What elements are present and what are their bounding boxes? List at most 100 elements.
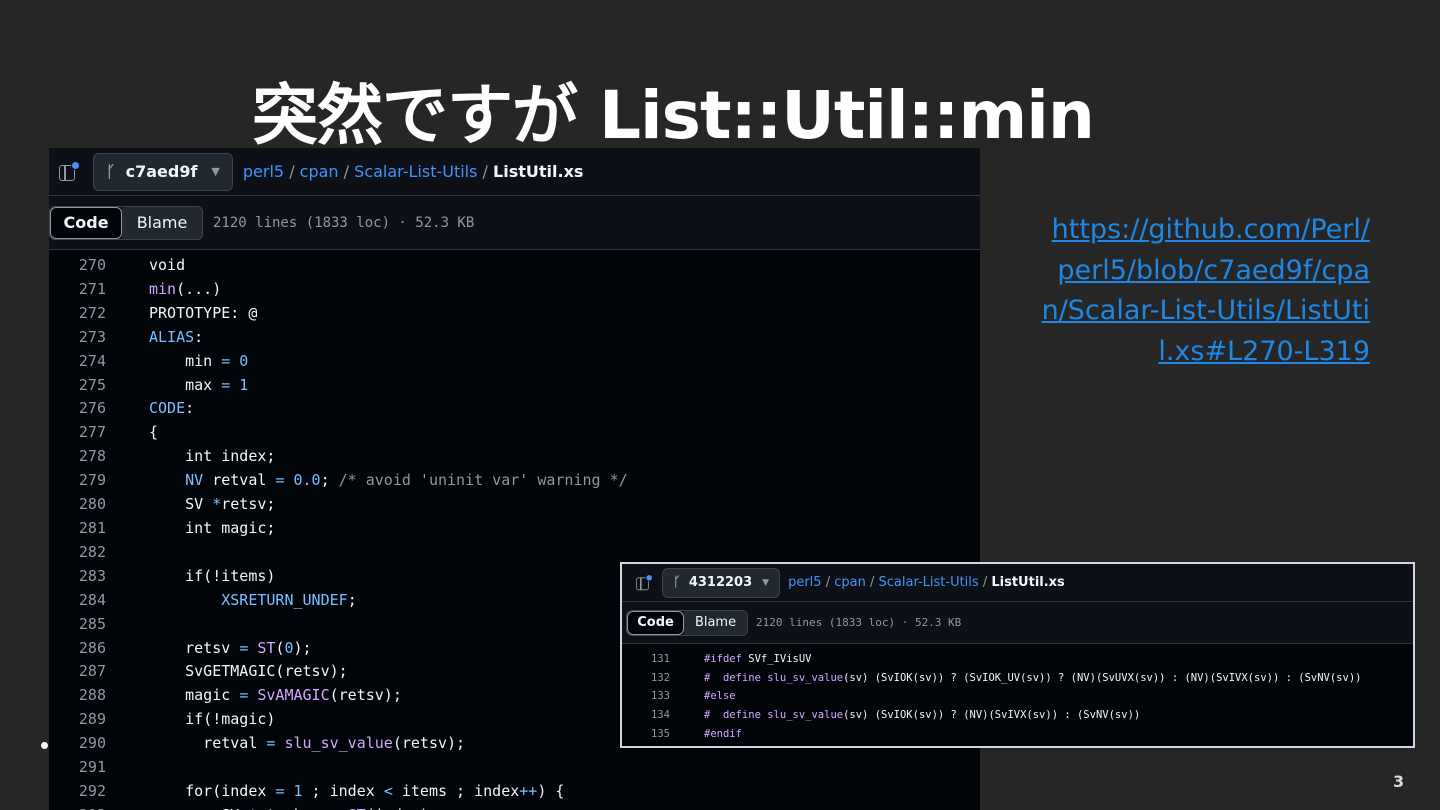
- code-token: = 1: [275, 781, 303, 800]
- code-lines: 131 #ifdef SVf_IVisUV 132 # define slu_sv_v…: [622, 644, 1413, 746]
- breadcrumb: perl5 / cpan / Scalar-List-Utils / ListU…: [243, 162, 584, 181]
- line-number[interactable]: 282: [49, 541, 106, 565]
- breadcrumb-sep: /: [825, 575, 831, 590]
- code-line: 278 int index;: [49, 445, 980, 469]
- code-token: retval: [149, 734, 267, 753]
- code-token: SVf_IVisUV: [741, 653, 812, 665]
- code-token: = 0: [221, 351, 249, 370]
- line-number[interactable]: 286: [49, 637, 106, 661]
- code-line: 277 {: [49, 421, 980, 445]
- line-number[interactable]: 134: [622, 706, 670, 725]
- line-number[interactable]: 293: [49, 804, 106, 810]
- code-token: # define: [704, 709, 761, 722]
- code-token: min: [149, 351, 222, 370]
- line-number[interactable]: 280: [49, 493, 106, 517]
- file-meta: 2120 lines (1833 loc) · 52.3 KB: [213, 214, 475, 231]
- code-token: if(!items): [149, 566, 276, 585]
- code-token: =: [330, 804, 339, 810]
- code-token: =: [239, 638, 249, 657]
- line-number[interactable]: 287: [49, 660, 106, 684]
- code-line: 271 min (...): [49, 278, 980, 302]
- line-number[interactable]: 133: [622, 687, 670, 706]
- git-branch-icon: ᚴ: [673, 575, 681, 590]
- git-branch-icon: ᚴ: [106, 162, 116, 181]
- code-token: if(!magic): [149, 710, 276, 729]
- line-number[interactable]: 272: [49, 302, 106, 326]
- line-number[interactable]: 273: [49, 326, 106, 350]
- code-token: =: [266, 734, 276, 753]
- breadcrumb-sep: /: [289, 162, 295, 181]
- line-number[interactable]: 136: [622, 744, 670, 746]
- code-token: 0: [284, 638, 294, 657]
- code-token: retval: [203, 471, 276, 490]
- tab-code[interactable]: Code: [50, 206, 123, 239]
- breadcrumb-repo[interactable]: perl5: [788, 575, 821, 590]
- breadcrumb-repo[interactable]: perl5: [243, 162, 284, 181]
- sidebar-panel-icon[interactable]: [634, 573, 653, 592]
- code-token: max: [149, 375, 222, 394]
- code-token: ALIAS: [149, 327, 195, 346]
- line-number[interactable]: 275: [49, 374, 106, 398]
- line-number[interactable]: 289: [49, 708, 106, 732]
- code-token: slu_sv_value: [767, 709, 844, 722]
- line-number[interactable]: 270: [49, 254, 106, 278]
- tab-blame[interactable]: Blame: [684, 610, 747, 635]
- line-number[interactable]: 281: [49, 517, 106, 541]
- tab-blame[interactable]: Blame: [122, 206, 202, 239]
- line-number[interactable]: 131: [622, 650, 670, 669]
- code-line: 132 # define slu_sv_value (sv) (SvIOK(sv))…: [622, 669, 1413, 688]
- file-meta: 2120 lines (1833 loc) · 52.3 KB: [756, 616, 962, 629]
- code-line: 275 max = 1: [49, 374, 980, 398]
- code-line: 279 NV retval = 0.0; /* avoid 'uninit va…: [49, 469, 980, 493]
- code-token: PROTOTYPE: @: [149, 303, 258, 322]
- line-number[interactable]: 290: [49, 732, 106, 756]
- breadcrumb-dir-cpan[interactable]: cpan: [834, 575, 866, 590]
- tab-code[interactable]: Code: [627, 610, 685, 635]
- code-token: (sv) (SvIOK(sv)) ? (SvIOK_UV(sv)) ? (NV)…: [843, 671, 1362, 684]
- line-number[interactable]: 284: [49, 589, 106, 613]
- code-token: (...): [176, 279, 222, 298]
- code-token: NV: [185, 471, 204, 490]
- code-token: ;: [320, 471, 339, 490]
- code-token: (retsv);: [392, 734, 466, 753]
- code-token: ; index: [302, 781, 384, 800]
- branch-selector-button[interactable]: ᚴ 4312203 ▼: [662, 567, 781, 598]
- code-line: 276 CODE:: [49, 397, 980, 421]
- line-number[interactable]: 288: [49, 684, 106, 708]
- code-token: magic: [149, 686, 240, 705]
- code-token: );: [293, 638, 312, 657]
- source-url-link[interactable]: https://github.com/Perl/perl5/blob/c7aed…: [1040, 210, 1370, 372]
- line-number[interactable]: 277: [49, 421, 106, 445]
- line-number[interactable]: 135: [622, 725, 670, 744]
- branch-selector-button[interactable]: ᚴ c7aed9f ▼: [93, 152, 233, 191]
- bullet-dot: [41, 742, 48, 749]
- line-number[interactable]: 276: [49, 397, 106, 421]
- sidebar-panel-icon[interactable]: [57, 160, 81, 184]
- code-token: <: [383, 781, 393, 800]
- code-token: void: [149, 256, 186, 274]
- code-line: 280 SV * retsv;: [49, 493, 980, 517]
- breadcrumb-sep: /: [869, 575, 875, 590]
- line-number[interactable]: 279: [49, 469, 106, 493]
- breadcrumb-dir-scalar-list-utils[interactable]: Scalar-List-Utils: [354, 162, 477, 181]
- file-header: ᚴ 4312203 ▼ perl5 / cpan / Scalar-List-U…: [622, 564, 1413, 602]
- breadcrumb-dir-scalar-list-utils[interactable]: Scalar-List-Utils: [879, 575, 979, 590]
- line-number[interactable]: 278: [49, 445, 106, 469]
- line-number[interactable]: 292: [49, 780, 106, 804]
- code-token: ++: [519, 781, 538, 800]
- line-number[interactable]: 283: [49, 565, 106, 589]
- line-number[interactable]: 291: [49, 756, 106, 780]
- view-mode-toggle: Code Blame: [49, 205, 203, 240]
- breadcrumb-dir-cpan[interactable]: cpan: [300, 162, 339, 181]
- line-number[interactable]: 274: [49, 350, 106, 374]
- line-number[interactable]: 132: [622, 669, 670, 688]
- line-number[interactable]: 285: [49, 613, 106, 637]
- code-line: 291: [49, 756, 980, 780]
- code-token: int index;: [149, 447, 276, 466]
- code-line: 136: [622, 744, 1413, 746]
- line-number[interactable]: 271: [49, 278, 106, 302]
- code-token: :: [194, 327, 204, 346]
